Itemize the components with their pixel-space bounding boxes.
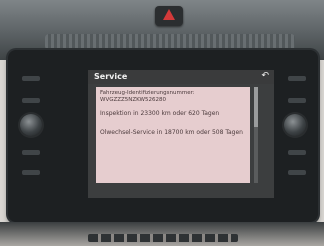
side-key-right-3[interactable] <box>288 150 306 155</box>
volume-knob[interactable] <box>20 114 42 136</box>
screen-title: Service <box>94 72 128 81</box>
side-key-right-2[interactable] <box>288 98 306 103</box>
side-key-left-4[interactable] <box>22 170 40 175</box>
scrollbar[interactable] <box>254 87 258 183</box>
side-key-left-1[interactable] <box>22 76 40 81</box>
tune-knob[interactable] <box>284 114 306 136</box>
side-key-right-4[interactable] <box>288 170 306 175</box>
hazard-button[interactable] <box>155 6 183 26</box>
side-key-left-3[interactable] <box>22 150 40 155</box>
hazard-warning-icon <box>163 9 175 20</box>
air-vent <box>45 34 295 50</box>
display-screen: Service ↶ Fahrzeug-Identifizierungsnumme… <box>88 70 274 198</box>
inspection-due: Inspektion in 23300 km oder 620 Tagen <box>100 110 220 117</box>
service-info-panel: Fahrzeug-Identifizierungsnummer: WVGZZZ5… <box>96 87 250 183</box>
climate-button-row[interactable] <box>88 234 238 242</box>
back-arrow-icon[interactable]: ↶ <box>261 71 269 81</box>
vin-value: WVGZZZ5NZKW526280 <box>100 97 166 103</box>
oil-service-due: Ölwechsel-Service in 18700 km oder 508 T… <box>100 129 243 136</box>
vin-label: Fahrzeug-Identifizierungsnummer: <box>100 90 195 96</box>
screen-header: Service ↶ <box>88 70 274 84</box>
side-key-right-1[interactable] <box>288 76 306 81</box>
scroll-thumb[interactable] <box>254 87 258 127</box>
side-key-left-2[interactable] <box>22 98 40 103</box>
